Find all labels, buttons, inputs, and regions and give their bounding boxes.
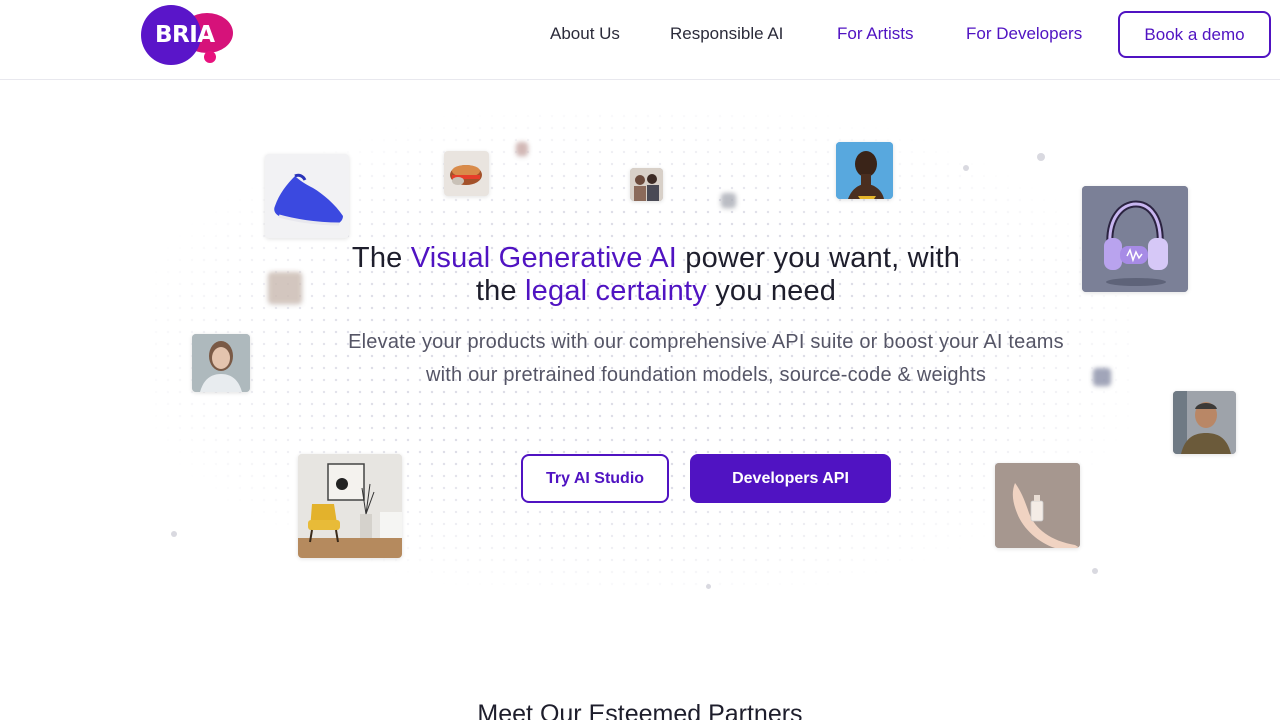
decorative-dot [706,584,711,589]
portrait-woman-2-image [192,334,250,392]
decorative-dot [171,531,177,537]
nav-for-artists[interactable]: For Artists [837,24,914,44]
site-header: BRIA About Us Responsible AI For Artists… [0,0,1280,80]
bria-logo[interactable]: BRIA [141,5,235,65]
portrait-man-image [1173,391,1236,454]
people-image [630,168,663,201]
interior-chair-image [298,454,402,558]
blurred-thumbnail [516,142,528,156]
hero-subtitle: Elevate your products with our comprehen… [348,331,1064,386]
headline-text: The [351,242,411,274]
perfume-hand-image [995,463,1080,548]
decorative-dot [1092,568,1098,574]
try-ai-studio-button[interactable]: Try AI Studio [521,454,669,503]
logo-text: BRIA [155,22,215,48]
headline-text: you need [706,275,837,307]
developers-api-button[interactable]: Developers API [690,454,891,503]
hero-headline: The Visual Generative AI power you want,… [300,242,1012,308]
headphones-image [1082,186,1188,292]
headline-text: the [475,275,526,307]
book-demo-button[interactable]: Book a demo [1118,11,1271,58]
blurred-thumbnail [268,272,302,304]
logo-dot [204,51,216,63]
nav-for-developers[interactable]: For Developers [966,24,1082,44]
decorative-dot [963,165,969,171]
partners-heading: Meet Our Esteemed Partners [477,700,803,720]
sneaker-image [265,154,349,238]
decorative-dot [1037,153,1045,161]
portrait-woman-image [836,142,893,199]
food-image [444,151,489,196]
headline-highlight: legal certainty [525,275,707,307]
blurred-thumbnail [721,193,736,208]
headline-highlight: Visual Generative AI [410,242,677,274]
blurred-thumbnail [1093,368,1111,386]
nav-responsible-ai[interactable]: Responsible AI [670,24,783,44]
nav-about-us[interactable]: About Us [550,24,620,44]
headline-text: power you want, with [677,242,961,274]
